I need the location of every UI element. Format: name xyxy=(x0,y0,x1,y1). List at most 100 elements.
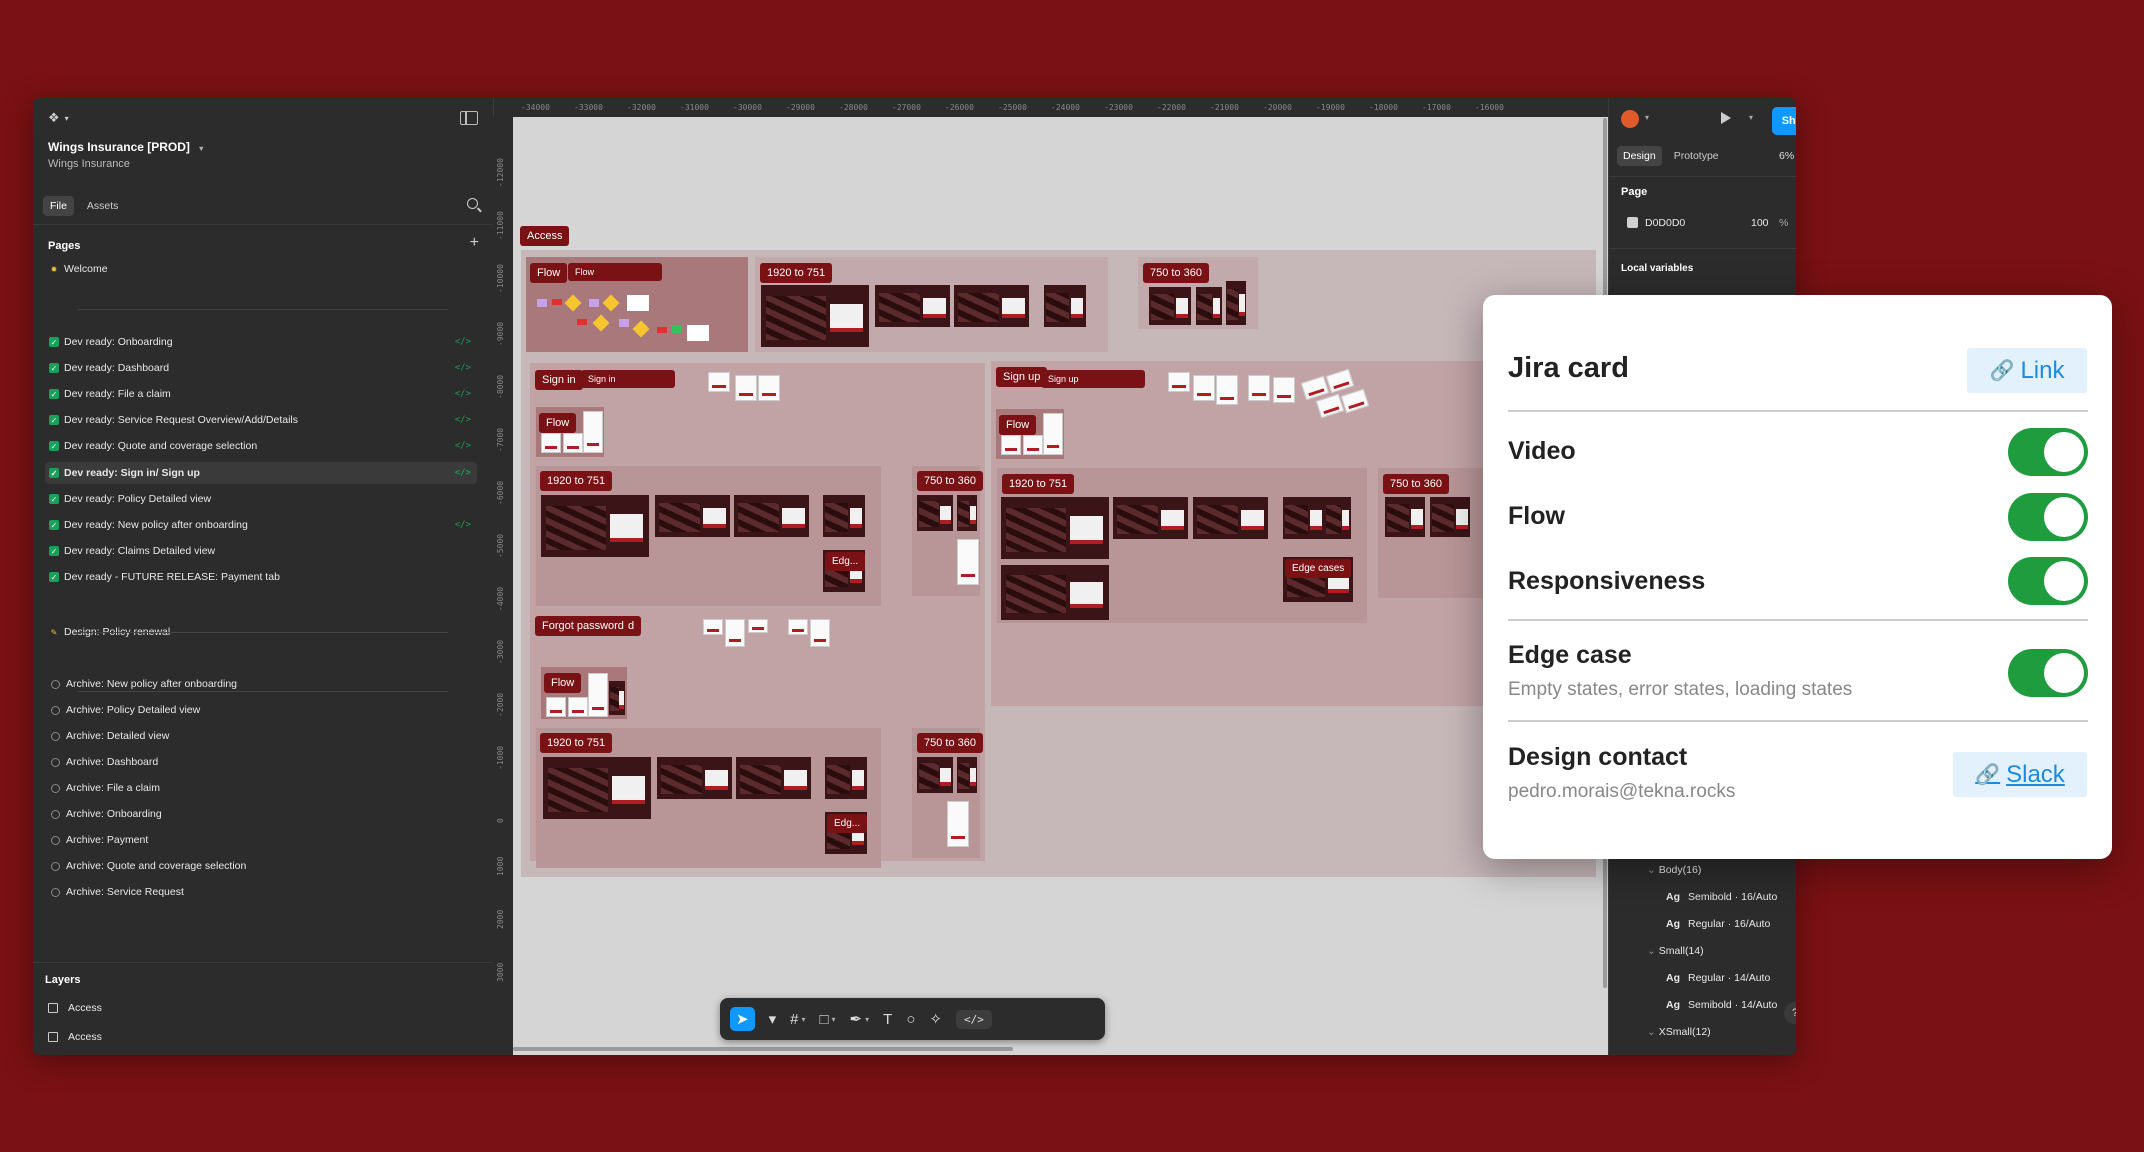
page-color-value[interactable]: D0D0D0 xyxy=(1645,217,1685,229)
jira-link-button[interactable]: 🔗 Link xyxy=(1967,348,2087,393)
page-label: Dev ready: File a claim xyxy=(64,388,171,400)
tab-file[interactable]: File xyxy=(43,196,74,216)
tablet-tag: 750 to 360 xyxy=(1383,474,1449,494)
pen-icon: ✒ xyxy=(849,1011,863,1028)
page-label: Archive: Payment xyxy=(66,834,149,846)
page-item[interactable]: ✓ Dev ready: Onboarding </> xyxy=(45,331,477,353)
text-style-item[interactable]: ⌄ Body(16) xyxy=(1647,864,1701,876)
doc-thumbnail xyxy=(1023,435,1043,455)
shape-tool-button[interactable]: □ ▾ xyxy=(819,1011,835,1028)
chevron-down-icon: ▾ xyxy=(64,113,69,123)
flow-toggle[interactable] xyxy=(2008,493,2088,541)
horizontal-scrollbar[interactable] xyxy=(513,1047,1013,1051)
share-button[interactable]: Share xyxy=(1772,107,1796,135)
chevron-down-icon[interactable]: ▾ xyxy=(769,1010,777,1028)
screen-thumbnail xyxy=(917,757,953,793)
archive-icon xyxy=(51,705,60,715)
ruler-tick-label: -3000 xyxy=(496,639,505,664)
video-label: Video xyxy=(1508,437,1576,465)
pen-tool-button[interactable]: ✒ ▾ xyxy=(850,1010,870,1028)
tab-prototype[interactable]: Prototype xyxy=(1668,146,1725,166)
local-variables-heading[interactable]: Local variables xyxy=(1621,263,1693,274)
edge-case-toggle[interactable] xyxy=(2008,649,2088,697)
page-item[interactable]: ✓ Dev ready: Service Request Overview/Add… xyxy=(45,409,477,431)
comment-tool-button[interactable]: ○ xyxy=(906,1011,915,1028)
page-item[interactable]: Archive: Detailed view xyxy=(45,725,477,747)
ruler-tick-label: -5000 xyxy=(496,533,505,558)
page-item[interactable]: ✓ Dev ready: New policy after onboarding <… xyxy=(45,514,477,536)
add-page-icon[interactable]: + xyxy=(470,234,479,252)
text-style-item[interactable]: ⌄ XSmall(12) xyxy=(1647,1026,1711,1038)
page-separator xyxy=(78,309,448,310)
page-label: Dev ready: Sign in/ Sign up xyxy=(64,467,200,479)
page-item[interactable]: ✓ Dev ready: Policy Detailed view xyxy=(45,488,477,510)
frame-tool-button[interactable]: # ▾ xyxy=(790,1011,805,1028)
present-icon[interactable] xyxy=(1721,112,1731,124)
screen-thumbnail xyxy=(825,757,867,799)
doc-thumbnail xyxy=(1001,435,1021,455)
page-item[interactable]: Archive: Service Request xyxy=(45,881,477,903)
checkmark-icon: ✓ xyxy=(49,363,59,373)
page-label: Archive: Policy Detailed view xyxy=(66,704,201,716)
text-style-item[interactable]: Ag Regular · 16/Auto xyxy=(1666,918,1770,930)
link-icon: 🔗 xyxy=(1989,360,2015,382)
doc-thumbnail xyxy=(1168,372,1190,392)
access-label[interactable]: Access xyxy=(520,226,570,246)
page-item[interactable]: ✓ Dev ready: Quote and coverage selection… xyxy=(45,435,477,457)
page-item[interactable]: ✓ Dev ready - FUTURE RELEASE: Payment tab xyxy=(45,566,477,588)
doc-thumbnail xyxy=(788,619,808,635)
doc-thumbnail xyxy=(568,697,588,717)
chevron-down-icon[interactable]: ▾ xyxy=(1645,113,1649,122)
page-item[interactable]: Archive: Dashboard xyxy=(45,751,477,773)
move-tool-button[interactable]: ➤ xyxy=(730,1007,755,1031)
actions-tool-button[interactable]: ✧ xyxy=(929,1010,942,1028)
slack-link-button[interactable]: 🔗 Slack xyxy=(1953,752,2087,797)
avatar[interactable] xyxy=(1621,110,1639,128)
page-item[interactable]: Archive: Onboarding xyxy=(45,803,477,825)
video-toggle[interactable] xyxy=(2008,428,2088,476)
layer-label: Access xyxy=(68,1031,102,1043)
ruler-tick-label: -4000 xyxy=(496,586,505,611)
tab-design[interactable]: Design xyxy=(1617,146,1662,166)
text-style-item[interactable]: Ag Semibold · 14/Auto xyxy=(1666,999,1777,1011)
screen-thumbnail xyxy=(1044,285,1086,327)
doc-thumbnail xyxy=(1248,375,1270,401)
tab-assets[interactable]: Assets xyxy=(80,196,126,216)
chevron-down-icon[interactable]: ▾ xyxy=(1749,113,1753,122)
page-item[interactable]: Archive: File a claim xyxy=(45,777,477,799)
page-item[interactable]: Archive: Quote and coverage selection xyxy=(45,855,477,877)
text-tool-button[interactable]: T xyxy=(883,1011,892,1028)
responsiveness-toggle[interactable] xyxy=(2008,557,2088,605)
page-item[interactable]: ✓ Dev ready: Claims Detailed view xyxy=(45,540,477,562)
search-icon[interactable] xyxy=(467,198,478,209)
text-style-item[interactable]: Ag Semibold · 16/Auto xyxy=(1666,891,1777,903)
page-item[interactable]: ✓ Dev ready: Dashboard </> xyxy=(45,357,477,379)
page-item[interactable]: Archive: Payment xyxy=(45,829,477,851)
doc-thumbnail xyxy=(810,619,830,647)
checkmark-icon: ✓ xyxy=(49,468,59,478)
page-item[interactable]: ✓ Dev ready: File a claim </> xyxy=(45,383,477,405)
text-style-item[interactable]: Ag Regular · 14/Auto xyxy=(1666,972,1770,984)
flow-label: Flow xyxy=(1508,502,1565,530)
page-item[interactable]: ✹ Welcome xyxy=(45,258,477,280)
cursor-icon: ➤ xyxy=(736,1011,749,1028)
dev-mode-button[interactable]: </> xyxy=(955,1009,992,1029)
doc-thumbnail xyxy=(748,619,768,633)
zoom-level[interactable]: 6% xyxy=(1779,150,1794,162)
project-title[interactable]: Wings Insurance [PROD] ▾ xyxy=(48,140,203,154)
text-style-item[interactable]: ⌄ Small(14) xyxy=(1647,945,1704,957)
page-item[interactable]: ✓ Dev ready: Sign in/ Sign up </> xyxy=(45,462,477,484)
page-label: Dev ready: Claims Detailed view xyxy=(64,545,216,557)
bottom-toolbar: ➤ ▾ # ▾ □ ▾ ✒ ▾ T ○ ✧ </> xyxy=(720,998,1105,1040)
doc-thumbnail xyxy=(735,375,757,401)
sidebar-toggle-icon[interactable] xyxy=(460,111,478,125)
screen-thumbnail xyxy=(1283,497,1325,539)
main-menu[interactable]: ❖ ▾ xyxy=(48,110,69,126)
page-item[interactable]: Archive: Policy Detailed view xyxy=(45,699,477,721)
layer-item[interactable]: Access xyxy=(45,1031,102,1043)
page-opacity-value[interactable]: 100 xyxy=(1751,217,1769,229)
help-button[interactable]: ? xyxy=(1784,1002,1796,1024)
layer-item[interactable]: Access xyxy=(45,1002,102,1014)
page-color-swatch[interactable] xyxy=(1627,217,1638,228)
canvas[interactable]: Access Flow Flow 1920 to 751 750 to 360 … xyxy=(513,117,1608,1055)
